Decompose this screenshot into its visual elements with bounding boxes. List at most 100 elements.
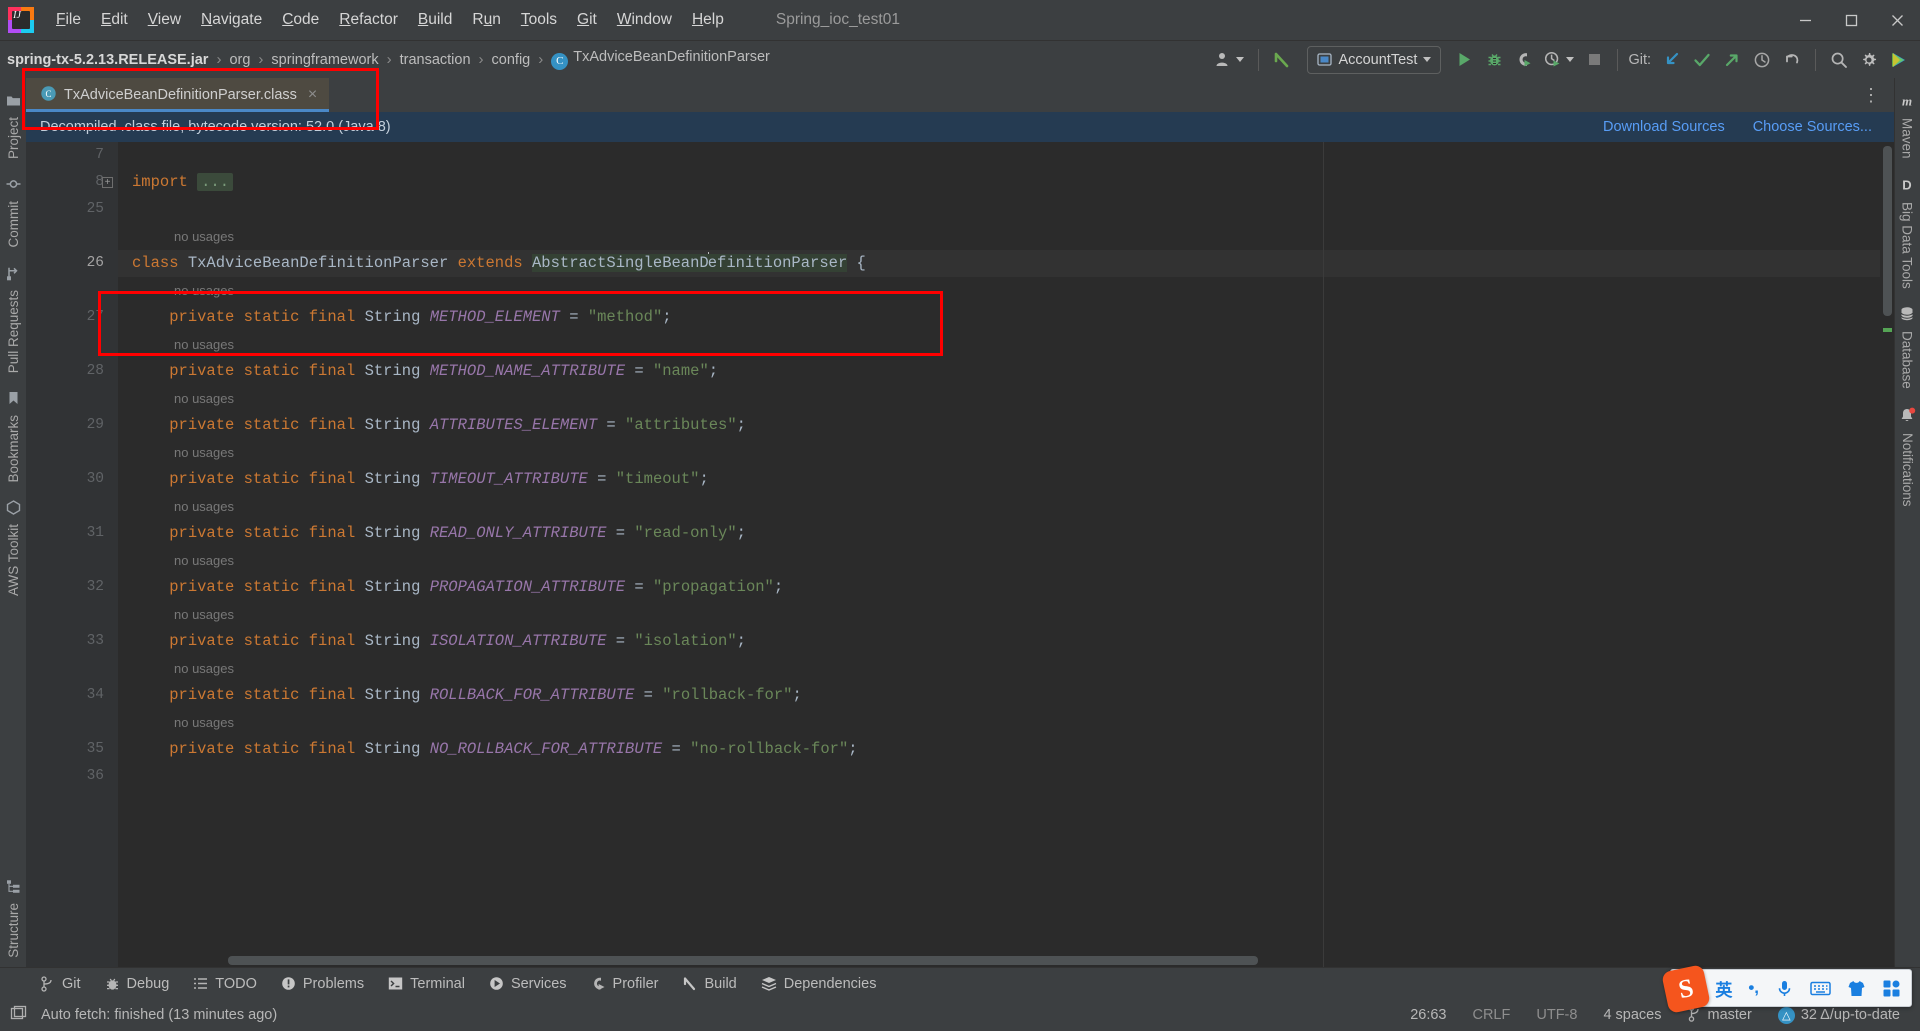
code-line[interactable] — [118, 196, 1894, 223]
tool-window-database[interactable]: Database — [1895, 297, 1919, 398]
menu-item-refactor[interactable]: Refactor — [329, 6, 408, 34]
usage-hint[interactable]: no usages — [118, 223, 1894, 250]
usage-hint[interactable]: no usages — [118, 331, 1894, 358]
minimize-button[interactable] — [1782, 0, 1828, 40]
tool-window-button-dependencies[interactable]: Dependencies — [749, 972, 889, 996]
toolbox-icon[interactable] — [1882, 979, 1901, 998]
menu-item-tools[interactable]: Tools — [511, 6, 567, 34]
punctuation-icon[interactable]: •, — [1748, 978, 1759, 998]
code-marker[interactable] — [1883, 328, 1892, 332]
usage-hint[interactable]: no usages — [118, 601, 1894, 628]
usage-hint[interactable]: no usages — [118, 385, 1894, 412]
code-line-field[interactable]: private static final String PROPAGATION_… — [118, 574, 1894, 601]
run-with-coverage-icon[interactable] — [1509, 46, 1539, 74]
usage-hint[interactable]: no usages — [118, 277, 1894, 304]
run-icon[interactable] — [1449, 46, 1479, 74]
event-log-icon[interactable] — [10, 1005, 27, 1026]
rollback-icon[interactable] — [1777, 46, 1807, 74]
editor-horizontal-scrollbar[interactable] — [214, 956, 1878, 965]
breadcrumb-config[interactable]: config — [489, 50, 534, 70]
code-line-field[interactable]: private static final String ATTRIBUTES_E… — [118, 412, 1894, 439]
usage-hint[interactable]: no usages — [118, 439, 1894, 466]
close-button[interactable] — [1874, 0, 1920, 40]
status-message[interactable]: Auto fetch: finished (13 minutes ago) — [37, 1004, 281, 1026]
usage-hint[interactable]: no usages — [118, 709, 1894, 736]
menu-item-run[interactable]: Run — [462, 6, 510, 34]
editor-tab-txadvicebeandefinitionparser[interactable]: C TxAdviceBeanDefinitionParser.class × — [26, 78, 330, 112]
choose-sources-link[interactable]: Choose Sources... — [1753, 119, 1872, 135]
download-sources-link[interactable]: Download Sources — [1603, 119, 1725, 135]
code-line-field[interactable]: private static final String METHOD_NAME_… — [118, 358, 1894, 385]
menu-item-view[interactable]: View — [138, 6, 191, 34]
line-separator[interactable]: CRLF — [1468, 1004, 1514, 1026]
plugin-icon[interactable] — [1884, 46, 1914, 74]
tool-window-commit[interactable]: Commit — [2, 168, 25, 257]
tool-window-big-data-tools[interactable]: D Big Data Tools — [1895, 168, 1919, 298]
search-icon[interactable] — [1824, 46, 1854, 74]
debug-icon[interactable] — [1479, 46, 1509, 74]
tool-window-bookmarks[interactable]: Bookmarks — [2, 382, 25, 492]
file-encoding[interactable]: UTF-8 — [1532, 1004, 1581, 1026]
code-line[interactable] — [118, 142, 1894, 169]
git-push-icon[interactable] — [1717, 46, 1747, 74]
code-content[interactable]: import ... no usages class TxAdviceBeanDe… — [118, 142, 1894, 763]
editor-vertical-scrollbar[interactable] — [1880, 142, 1894, 967]
git-commit-icon[interactable] — [1687, 46, 1717, 74]
tool-window-notifications[interactable]: Notifications — [1895, 398, 1920, 516]
tool-window-button-problems[interactable]: Problems — [269, 972, 376, 996]
menu-item-window[interactable]: Window — [607, 6, 682, 34]
stop-icon[interactable] — [1579, 46, 1609, 74]
usage-hint[interactable]: no usages — [118, 493, 1894, 520]
fold-toggle-icon[interactable]: + — [102, 177, 113, 188]
code-scroll-area[interactable]: import ... no usages class TxAdviceBeanDe… — [118, 142, 1894, 967]
breadcrumb-springframework[interactable]: springframework — [268, 50, 381, 70]
code-line-field[interactable]: private static final String NO_ROLLBACK_… — [118, 736, 1894, 763]
code-line[interactable]: class TxAdviceBeanDefinitionParser exten… — [118, 250, 1894, 277]
sogou-logo-icon[interactable]: S — [1661, 964, 1712, 1014]
code-editor[interactable]: 7 8 25 26 27 28 29 30 31 32 33 34 35 36 + import ... n… — [26, 142, 1894, 967]
tool-window-aws-toolkit[interactable]: AWS Toolkit — [2, 491, 25, 605]
usage-hint[interactable]: no usages — [118, 655, 1894, 682]
folded-import-placeholder[interactable]: ... — [197, 173, 234, 191]
menu-item-navigate[interactable]: Navigate — [191, 6, 272, 34]
code-line-field[interactable]: private static final String ROLLBACK_FOR… — [118, 682, 1894, 709]
profiler-icon[interactable] — [1539, 46, 1579, 74]
menu-item-file[interactable]: File — [46, 6, 91, 34]
microphone-icon[interactable] — [1775, 979, 1794, 998]
menu-item-git[interactable]: Git — [567, 6, 607, 34]
tool-window-button-build[interactable]: Build — [670, 972, 748, 996]
history-icon[interactable] — [1747, 46, 1777, 74]
code-line-field[interactable]: private static final String METHOD_ELEME… — [118, 304, 1894, 331]
menu-item-code[interactable]: Code — [272, 6, 329, 34]
scrollbar-thumb[interactable] — [1883, 146, 1892, 316]
tool-window-maven[interactable]: m Maven — [1895, 84, 1919, 168]
tool-window-button-debug[interactable]: Debug — [93, 972, 182, 996]
caret-position[interactable]: 26:63 — [1406, 1004, 1450, 1026]
tool-window-project[interactable]: Project — [2, 84, 25, 168]
breadcrumb-spring-tx-5-2-13-release-jar[interactable]: spring-tx-5.2.13.RELEASE.jar — [4, 50, 211, 70]
git-update-icon[interactable] — [1657, 46, 1687, 74]
tool-window-button-terminal[interactable]: Terminal — [376, 972, 477, 996]
code-line-field[interactable]: private static final String READ_ONLY_AT… — [118, 520, 1894, 547]
back-arrow-icon[interactable] — [1267, 46, 1297, 74]
line-number-gutter[interactable]: 7 8 25 26 27 28 29 30 31 32 33 34 35 36 + — [26, 142, 118, 967]
breadcrumb-txadvicebeandefinitionparser[interactable]: C TxAdviceBeanDefinitionParser — [548, 47, 773, 72]
skin-icon[interactable] — [1847, 979, 1866, 998]
menu-item-help[interactable]: Help — [682, 6, 734, 34]
language-mode-icon[interactable]: 英 — [1715, 976, 1732, 1001]
usage-hint[interactable]: no usages — [118, 547, 1894, 574]
tool-window-button-git[interactable]: Git — [28, 972, 93, 996]
maximize-button[interactable] — [1828, 0, 1874, 40]
tool-window-button-todo[interactable]: TODO — [181, 972, 269, 996]
run-configuration-selector[interactable]: AccountTest — [1307, 45, 1442, 74]
more-options-icon[interactable]: ⋮ — [1856, 86, 1886, 104]
menu-item-build[interactable]: Build — [408, 6, 462, 34]
keyboard-icon[interactable] — [1810, 980, 1831, 997]
scrollbar-thumb-horizontal[interactable] — [228, 956, 1258, 965]
close-icon[interactable]: × — [308, 86, 317, 104]
tool-window-pull-requests[interactable]: Pull Requests — [2, 257, 25, 382]
menu-item-edit[interactable]: Edit — [91, 6, 138, 34]
tool-window-button-profiler[interactable]: Profiler — [579, 972, 671, 996]
breadcrumb-org[interactable]: org — [226, 50, 253, 70]
sogou-ime-toolbar[interactable]: S 英 •, — [1661, 964, 1912, 1014]
